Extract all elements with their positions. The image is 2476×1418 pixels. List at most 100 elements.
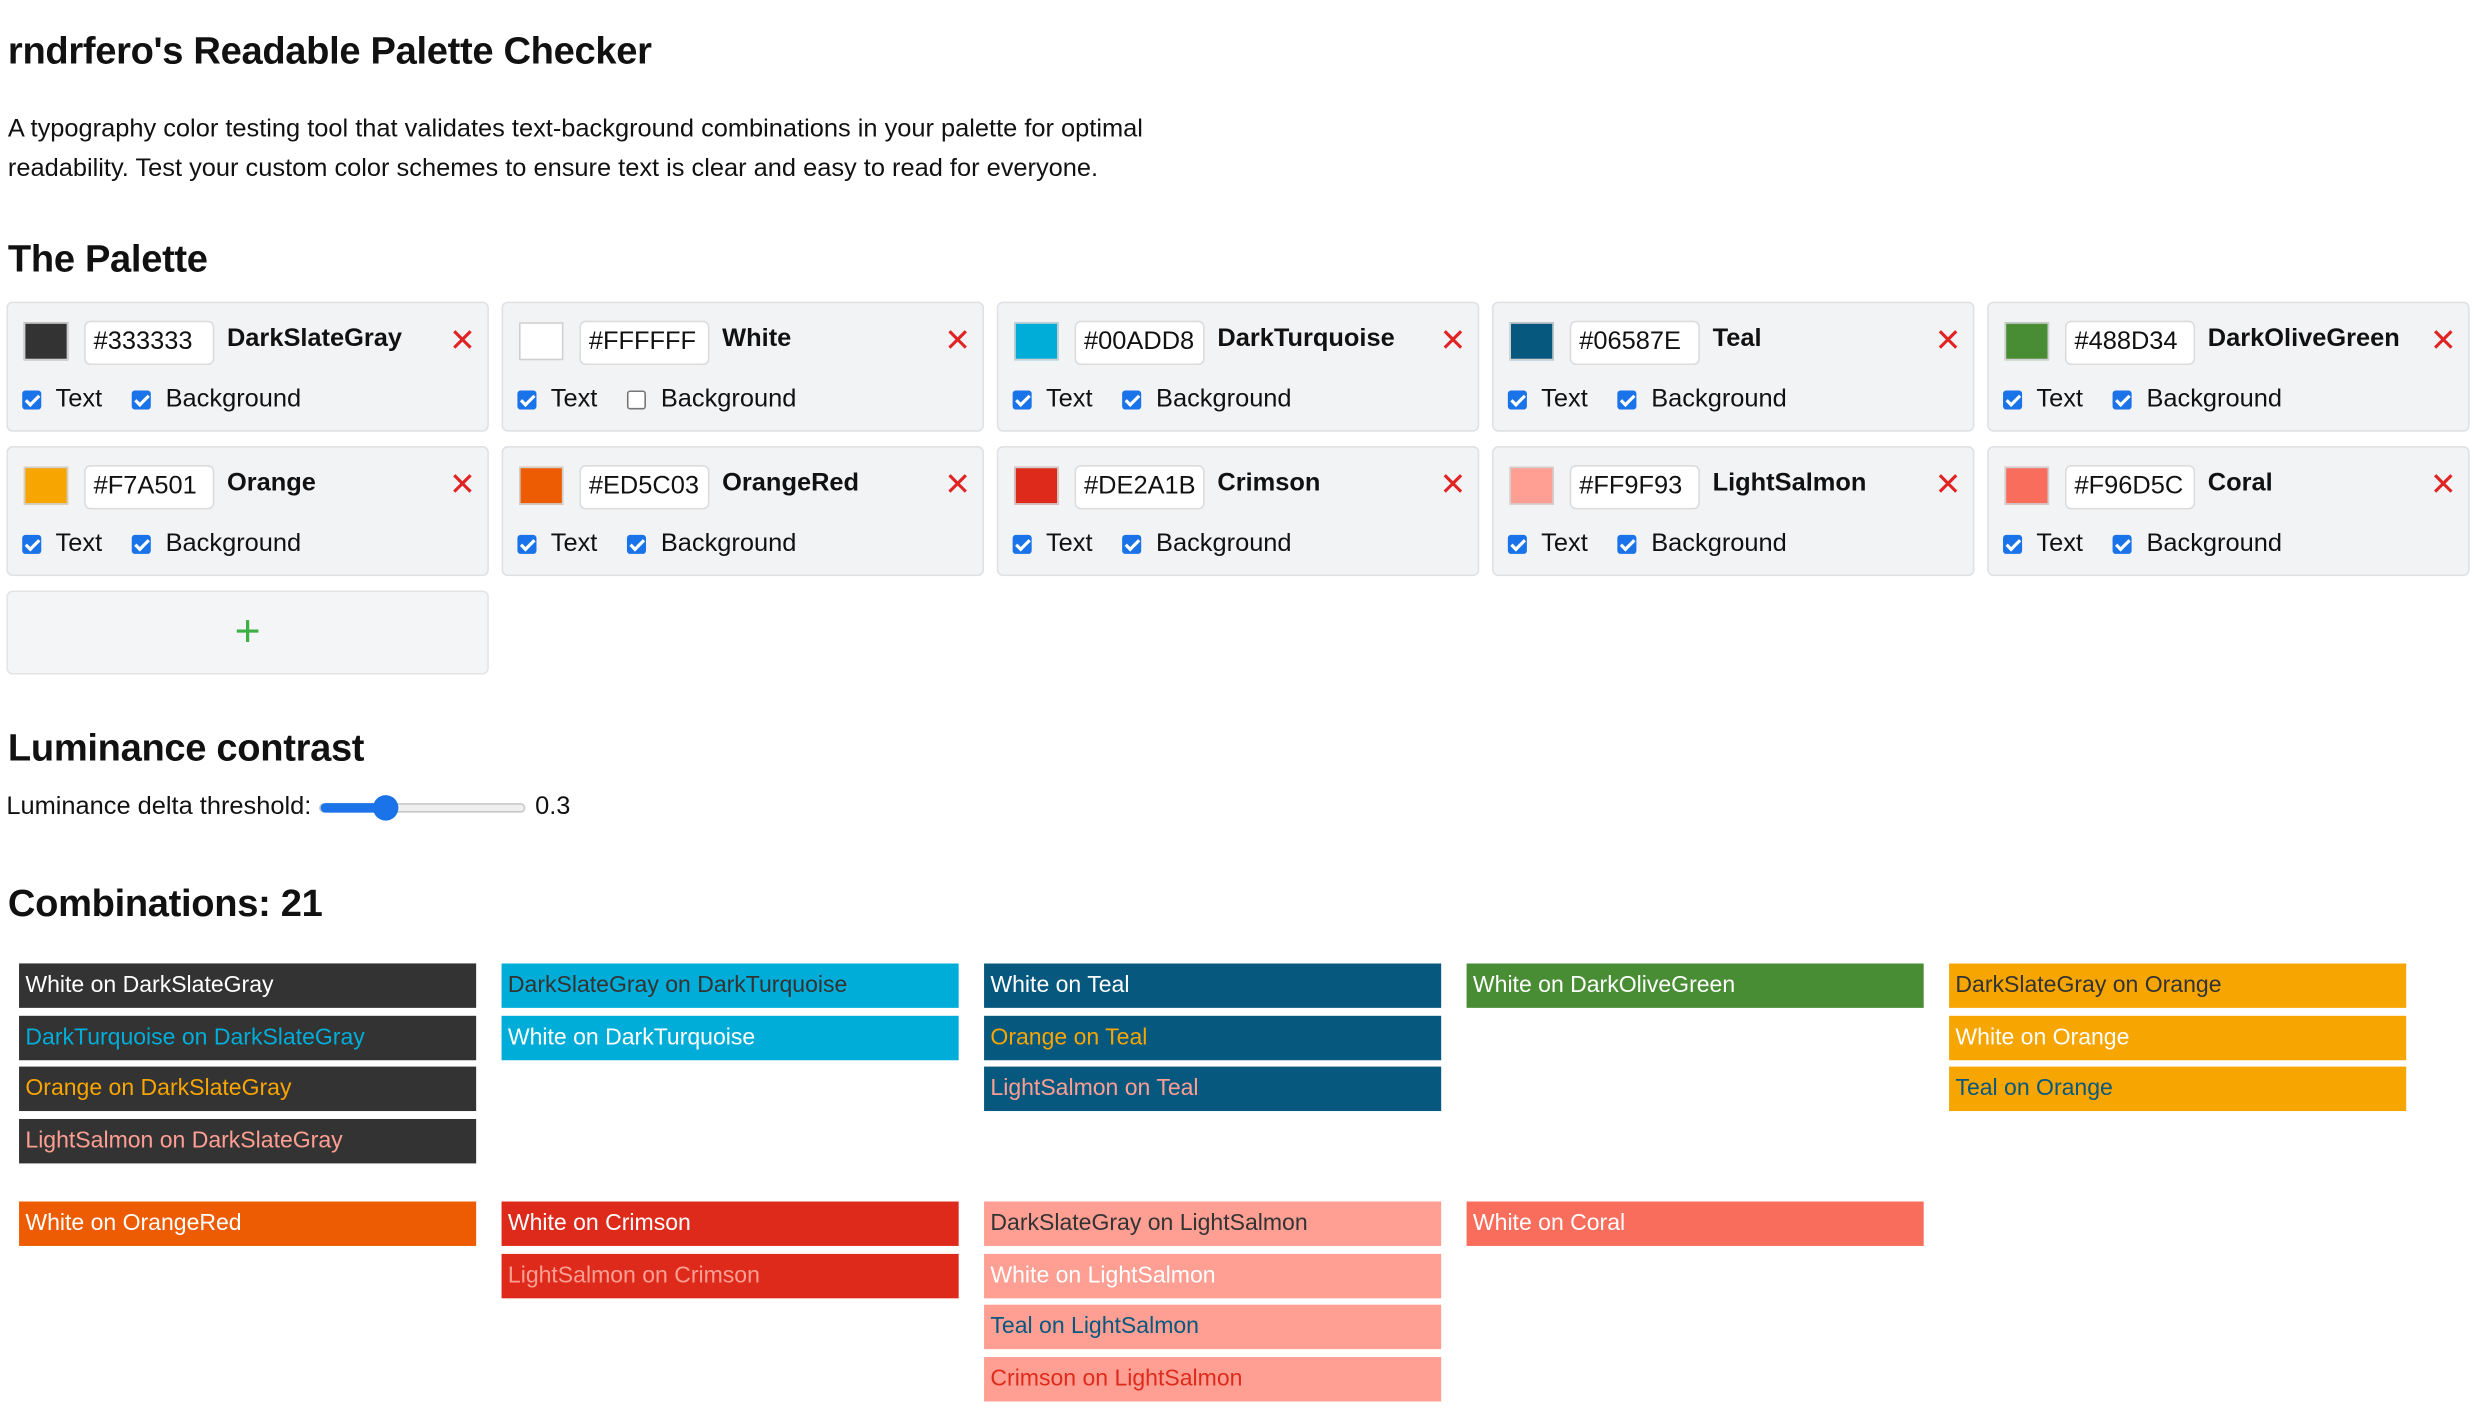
background-checkbox[interactable]	[1122, 534, 1142, 554]
text-checkbox[interactable]	[517, 390, 537, 410]
slider-thumb[interactable]	[373, 795, 399, 821]
role-checkboxes: Text Background	[2003, 530, 2282, 559]
threshold-value: 0.3	[535, 793, 571, 821]
background-checkbox[interactable]	[2113, 534, 2133, 554]
text-checkbox[interactable]	[2003, 390, 2023, 410]
combinations-heading: Combinations: 21	[7, 882, 323, 926]
hex-input[interactable]: #06587E	[1569, 320, 1700, 366]
close-icon[interactable]: ✕	[944, 470, 971, 502]
plus-icon: +	[234, 606, 261, 656]
close-icon[interactable]: ✕	[1935, 470, 1962, 502]
color-swatch[interactable]	[23, 322, 69, 361]
color-swatch[interactable]	[2004, 466, 2050, 505]
hex-input[interactable]: #00ADD8	[1074, 320, 1205, 366]
close-icon[interactable]: ✕	[2430, 470, 2457, 502]
combination-item: White on Teal	[984, 963, 1442, 1008]
combination-item: LightSalmon on Teal	[984, 1066, 1442, 1112]
add-color-button[interactable]: +	[6, 590, 489, 675]
background-checkbox-label: Background	[1156, 530, 1292, 558]
hex-input[interactable]: #DE2A1B	[1074, 465, 1205, 510]
text-checkbox[interactable]	[1507, 534, 1527, 554]
hex-input[interactable]: #F96D5C	[2064, 465, 2196, 510]
threshold-slider[interactable]	[319, 795, 526, 821]
color-name: Orange	[226, 469, 316, 497]
color-swatch[interactable]	[2004, 322, 2050, 361]
hex-input[interactable]: #488D34	[2064, 320, 2196, 366]
close-icon[interactable]: ✕	[2430, 325, 2457, 357]
background-checkbox-label: Background	[165, 385, 302, 413]
combination-item: DarkSlateGray on DarkTurquoise	[501, 963, 959, 1008]
background-checkbox-label: Background	[2146, 385, 2282, 413]
background-checkbox[interactable]	[1122, 390, 1142, 410]
combination-group: White on OrangeRed	[19, 1201, 477, 1254]
background-checkbox-label: Background	[1651, 385, 1787, 413]
color-swatch[interactable]	[23, 466, 69, 505]
color-name: Teal	[1712, 325, 1762, 353]
palette-card: #488D34 DarkOliveGreen ✕ Text Background	[1987, 301, 2470, 432]
color-name: White	[722, 325, 792, 353]
background-checkbox[interactable]	[132, 390, 152, 410]
text-checkbox-label: Text	[55, 385, 103, 413]
text-checkbox[interactable]	[1507, 390, 1527, 410]
role-checkboxes: Text Background	[1507, 385, 1787, 415]
text-checkbox[interactable]	[517, 534, 537, 554]
text-checkbox-label: Text	[550, 385, 598, 413]
close-icon[interactable]: ✕	[449, 470, 476, 502]
combination-group: DarkSlateGray on LightSalmon White on Lig…	[984, 1201, 1442, 1408]
background-checkbox[interactable]	[627, 534, 647, 554]
color-name: LightSalmon	[1712, 469, 1867, 497]
hex-input[interactable]: #ED5C03	[579, 465, 710, 510]
text-checkbox-label: Text	[1541, 385, 1588, 413]
close-icon[interactable]: ✕	[1935, 325, 1962, 357]
text-checkbox[interactable]	[1012, 390, 1032, 410]
text-checkbox-label: Text	[1045, 530, 1093, 558]
background-checkbox[interactable]	[132, 534, 152, 554]
palette-card: #333333 DarkSlateGray ✕ Text Background	[6, 301, 489, 432]
close-icon[interactable]: ✕	[1440, 470, 1467, 502]
palette-card: #ED5C03 OrangeRed ✕ Text Background	[501, 446, 985, 577]
color-name: Crimson	[1217, 469, 1321, 497]
close-icon[interactable]: ✕	[1440, 325, 1467, 357]
hex-input[interactable]: #333333	[84, 320, 215, 366]
close-icon[interactable]: ✕	[944, 325, 971, 357]
combination-item: Teal on LightSalmon	[984, 1304, 1442, 1350]
color-swatch[interactable]	[1509, 466, 1554, 505]
background-checkbox[interactable]	[1617, 390, 1637, 410]
palette-card: #F7A501 Orange ✕ Text Background	[6, 446, 489, 577]
background-checkbox-label: Background	[1651, 530, 1787, 558]
combination-item: DarkSlateGray on Orange	[1949, 963, 2407, 1008]
background-checkbox[interactable]	[627, 390, 647, 410]
combination-item: DarkTurquoise on DarkSlateGray	[19, 1015, 477, 1060]
color-swatch[interactable]	[1014, 466, 1059, 505]
threshold-label: Luminance delta threshold:	[6, 793, 312, 821]
close-icon[interactable]: ✕	[449, 325, 476, 357]
combination-item: Orange on Teal	[984, 1015, 1442, 1060]
combination-item: LightSalmon on Crimson	[501, 1253, 959, 1298]
combination-item: White on DarkTurquoise	[501, 1015, 959, 1060]
background-checkbox[interactable]	[2113, 390, 2133, 410]
color-name: DarkSlateGray	[226, 325, 403, 353]
text-checkbox[interactable]	[22, 534, 42, 554]
combination-item: White on Orange	[1949, 1015, 2407, 1060]
combination-item: White on OrangeRed	[19, 1201, 477, 1246]
color-name: OrangeRed	[722, 469, 860, 497]
palette-card: #FFFFFF White ✕ Text Background	[501, 301, 985, 432]
text-checkbox[interactable]	[2003, 534, 2023, 554]
text-checkbox[interactable]	[1012, 534, 1032, 554]
text-checkbox[interactable]	[22, 390, 42, 410]
combination-group: White on DarkSlateGray DarkTurquoise on D…	[19, 963, 477, 1169]
background-checkbox-label: Background	[2146, 530, 2282, 558]
color-swatch[interactable]	[1509, 322, 1554, 361]
color-name: DarkOliveGreen	[2207, 325, 2400, 353]
hex-input[interactable]: #FF9F93	[1569, 465, 1700, 510]
palette-heading: The Palette	[7, 238, 208, 281]
combination-group: DarkSlateGray on Orange White on Orange Te…	[1949, 963, 2407, 1118]
hex-input[interactable]: #F7A501	[84, 465, 215, 510]
role-checkboxes: Text Background	[517, 386, 796, 415]
color-swatch[interactable]	[1014, 322, 1059, 361]
color-swatch[interactable]	[519, 466, 564, 505]
palette-card: #06587E Teal ✕ Text Background	[1491, 301, 1975, 432]
background-checkbox[interactable]	[1617, 534, 1637, 554]
hex-input[interactable]: #FFFFFF	[579, 320, 710, 366]
color-swatch[interactable]	[519, 322, 564, 361]
